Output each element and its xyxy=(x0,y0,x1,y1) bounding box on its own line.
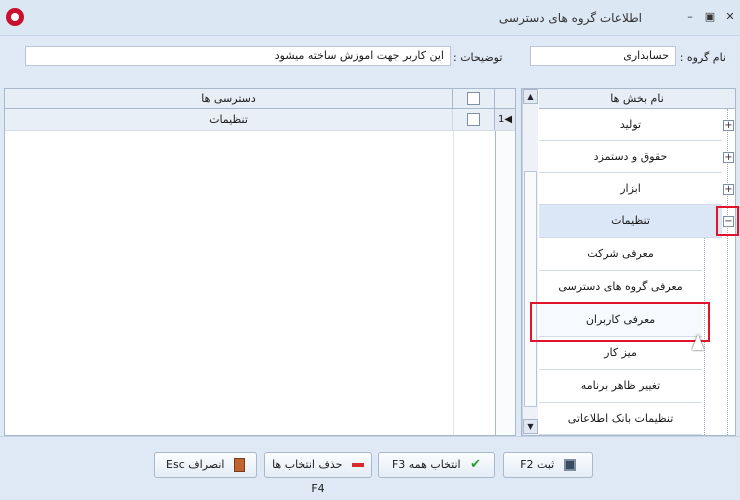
permissions-grid: دسترسی ها تنظیمات ◀1 xyxy=(4,88,516,436)
cancel-button[interactable]: انصراف Esc xyxy=(154,452,257,478)
scroll-down-button[interactable]: ▼ xyxy=(523,419,538,434)
users-highlight-box xyxy=(530,302,710,342)
subitem-label: میز کار xyxy=(604,346,637,359)
save-button[interactable]: ثبت F2 xyxy=(503,452,593,478)
group-name-field[interactable]: حسابداری xyxy=(530,46,676,66)
row-indicator: ◀1 xyxy=(495,109,515,130)
collapse-highlight-box xyxy=(716,206,739,236)
table-row[interactable]: تنظیمات ◀1 xyxy=(5,109,515,131)
group-name-label: نام گروه : xyxy=(679,51,726,64)
permissions-header: دسترسی ها xyxy=(5,89,453,109)
subitem-label: تنظیمات بانک اطلاعاتی xyxy=(567,412,674,425)
expand-payroll-icon[interactable]: + xyxy=(723,152,734,163)
subitem-access-groups[interactable]: معرفی گروه های دسترسی xyxy=(539,271,702,304)
form-header: نام گروه : حسابداری توضیحات : این کاربر … xyxy=(0,36,740,84)
check-column-divider xyxy=(453,131,454,435)
scroll-thumb[interactable] xyxy=(524,171,537,407)
subitem-appearance[interactable]: تغییر ظاهر برنامه xyxy=(539,370,702,403)
expand-production-icon[interactable]: + xyxy=(723,120,734,131)
select-all-checkbox[interactable] xyxy=(467,92,480,105)
subitem-company[interactable]: معرفی شرکت xyxy=(539,238,702,271)
section-row-tools[interactable]: ابزار xyxy=(539,173,722,205)
title-bar: ✕ ▣ – اطلاعات گروه های دسترسی xyxy=(0,0,740,36)
sections-grid: نام بخش ها ▲ ▼ تولید + حقوق و دستمزد + ا… xyxy=(521,88,739,436)
section-label: تنظیمات xyxy=(611,214,650,227)
section-label: حقوق و دستمزد xyxy=(593,150,668,163)
permissions-check-header xyxy=(453,89,495,109)
deselect-all-button[interactable]: حذف انتخاب ها F4 xyxy=(264,452,372,495)
description-label: توضیحات : xyxy=(453,51,503,64)
select-all-button[interactable]: ✔ انتخاب همه F3 xyxy=(378,452,495,478)
subitem-label: معرفی شرکت xyxy=(587,247,654,260)
expand-tools-icon[interactable]: + xyxy=(723,184,734,195)
sections-scrollbar[interactable]: ▲ ▼ xyxy=(522,89,538,435)
minus-icon xyxy=(351,463,364,467)
permission-check-cell xyxy=(453,109,495,130)
section-row-settings[interactable]: تنظیمات xyxy=(539,205,722,238)
footer-toolbar: انصراف Esc حذف انتخاب ها F4 ✔ انتخاب همه… xyxy=(0,436,740,500)
app-logo-icon xyxy=(6,8,24,26)
indicator-column xyxy=(495,131,515,435)
description-field[interactable]: این کاربر جهت اموزش ساخته میشود xyxy=(25,46,451,66)
sections-header: نام بخش ها xyxy=(539,89,735,109)
maximize-button[interactable]: ▣ xyxy=(702,9,718,25)
window-title: اطلاعات گروه های دسترسی xyxy=(498,11,642,25)
floppy-disk-icon xyxy=(563,459,576,471)
permission-name-cell: تنظیمات xyxy=(5,109,453,130)
section-row-payroll[interactable]: حقوق و دستمزد xyxy=(539,141,722,173)
row-pointer-icon: ◀ xyxy=(504,114,513,125)
section-label: ابزار xyxy=(620,182,641,195)
subitem-label: تغییر ظاهر برنامه xyxy=(580,379,661,392)
check-icon: ✔ xyxy=(470,457,482,472)
row-indicator-header xyxy=(495,89,515,109)
section-row-production[interactable]: تولید xyxy=(539,109,722,141)
subitem-label: معرفی گروه های دسترسی xyxy=(558,280,683,293)
section-label: تولید xyxy=(619,118,642,131)
scroll-up-button[interactable]: ▲ xyxy=(523,89,538,104)
close-button[interactable]: ✕ xyxy=(722,9,738,25)
exit-door-icon xyxy=(233,458,245,472)
mouse-cursor-icon xyxy=(692,334,704,350)
minimize-button[interactable]: – xyxy=(682,9,698,25)
row-checkbox[interactable] xyxy=(467,113,480,126)
subitem-database-settings[interactable]: تنظیمات بانک اطلاعاتی xyxy=(539,403,702,435)
